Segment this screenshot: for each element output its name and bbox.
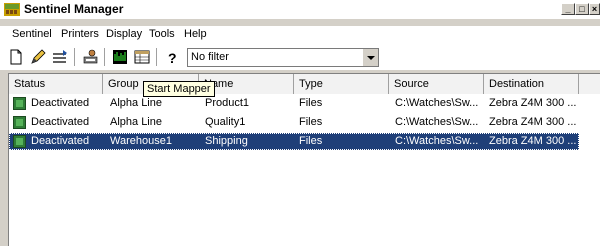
cell-type: Files (299, 116, 323, 128)
menu-display[interactable]: Display (106, 28, 142, 40)
chevron-down-icon[interactable] (362, 49, 378, 66)
user-printer-icon[interactable] (82, 49, 98, 65)
cell-name: Quality1 (205, 116, 246, 128)
column-header: Status Group Name Type Source Destinatio… (9, 74, 600, 94)
column-status[interactable]: Status (9, 74, 103, 94)
table-row-selected[interactable]: Deactivated Warehouse1 Shipping Files C:… (9, 133, 579, 150)
column-destination[interactable]: Destination (484, 74, 579, 94)
cell-source: C:\Watches\Sw... (395, 135, 479, 147)
column-type[interactable]: Type (294, 74, 389, 94)
printer-queue-icon[interactable] (52, 49, 68, 65)
app-window: Sentinel Manager _ □ × Sentinel Printers… (0, 0, 600, 246)
window-title: Sentinel Manager (24, 2, 124, 16)
cell-group: Alpha Line (110, 97, 162, 109)
cell-name: Product1 (205, 97, 250, 109)
cell-source: C:\Watches\Sw... (395, 116, 479, 128)
column-source[interactable]: Source (389, 74, 484, 94)
svg-text:?: ? (168, 50, 177, 65)
close-button[interactable]: × (589, 3, 600, 15)
cell-status: Deactivated (31, 116, 90, 128)
cell-type: Files (299, 135, 323, 147)
table-row[interactable]: Deactivated Alpha Line Quality1 Files C:… (9, 114, 579, 131)
status-icon (13, 135, 26, 148)
cell-group: Alpha Line (110, 116, 162, 128)
cell-group: Warehouse1 (110, 135, 172, 147)
cell-status: Deactivated (31, 135, 90, 147)
new-document-icon[interactable] (8, 49, 24, 65)
menu-tools[interactable]: Tools (149, 28, 175, 40)
help-icon[interactable]: ? (164, 49, 180, 65)
toolbar-separator (104, 48, 106, 66)
filter-value: No filter (191, 51, 229, 63)
waveform-icon[interactable] (112, 49, 128, 65)
tooltip: Start Mapper (143, 81, 215, 97)
cell-type: Files (299, 97, 323, 109)
toolbar-separator (156, 48, 158, 66)
cell-destination: Zebra Z4M 300 ... (489, 116, 577, 128)
menu-bar: Sentinel Printers Display Tools Help (0, 26, 600, 44)
title-bar[interactable]: Sentinel Manager _ □ × (0, 0, 600, 19)
status-icon (13, 116, 26, 129)
menu-sentinel[interactable]: Sentinel (12, 28, 52, 40)
sentinel-app-icon (4, 3, 20, 16)
sentinel-list[interactable]: Status Group Name Type Source Destinatio… (8, 73, 600, 246)
table-row[interactable]: Deactivated Alpha Line Product1 Files C:… (9, 95, 579, 112)
cell-destination: Zebra Z4M 300 ... (489, 135, 577, 147)
cell-name: Shipping (205, 135, 248, 147)
cell-source: C:\Watches\Sw... (395, 97, 479, 109)
maximize-button[interactable]: □ (575, 3, 589, 15)
cell-status: Deactivated (31, 97, 90, 109)
menu-help[interactable]: Help (184, 28, 207, 40)
toolbar-separator (74, 48, 76, 66)
edit-pencil-icon[interactable] (30, 49, 46, 65)
status-icon (13, 97, 26, 110)
filter-dropdown[interactable]: No filter (187, 48, 379, 67)
menu-printers[interactable]: Printers (61, 28, 99, 40)
cell-destination: Zebra Z4M 300 ... (489, 97, 577, 109)
table-list-icon[interactable] (134, 49, 150, 65)
minimize-button[interactable]: _ (561, 3, 575, 15)
